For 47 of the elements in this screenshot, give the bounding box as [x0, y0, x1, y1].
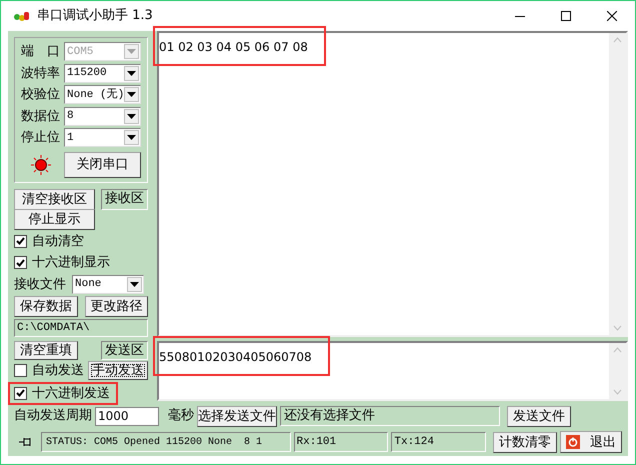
- save-data-button[interactable]: 保存数据: [14, 296, 78, 317]
- checkbox[interactable]: [14, 234, 27, 248]
- unit-label: 毫秒: [168, 407, 194, 426]
- checkbox-label: 十六进制显示: [32, 254, 110, 272]
- checkbox-label: 自动清空: [32, 232, 84, 250]
- send-file-button[interactable]: 发送文件: [507, 406, 571, 426]
- setting-label: 端 口: [21, 43, 60, 61]
- text-content: 01 02 03 04 05 06 07 08: [159, 40, 308, 54]
- clear-refill-button[interactable]: 清空重填: [14, 341, 78, 360]
- period-field[interactable]: 1000: [95, 406, 159, 426]
- period-label: 自动发送周期: [14, 407, 92, 426]
- receive-area-label: 接收区: [101, 188, 148, 210]
- checkmark-icon: [16, 258, 25, 267]
- checkbox[interactable]: [14, 386, 27, 400]
- dropdown[interactable]: 1: [64, 128, 141, 148]
- window-title: 串口调试小助手 1.3: [37, 7, 153, 26]
- app-icon: [13, 10, 31, 22]
- dropdown[interactable]: None (无): [64, 85, 141, 104]
- rx-count-field: Rx:101: [294, 432, 388, 452]
- close-port-button[interactable]: 关闭串口: [64, 152, 141, 178]
- status-field: STATUS: COM5 Opened 115200 None 8 1: [40, 432, 291, 452]
- reset-count-button[interactable]: 计数清零: [493, 432, 558, 452]
- power-icon: [566, 435, 580, 449]
- setting-label: 停止位: [21, 129, 60, 147]
- checkmark-icon: [16, 389, 25, 398]
- receive-file-label: 接收文件: [14, 276, 66, 294]
- stop-display-button[interactable]: 停止显示: [14, 208, 95, 230]
- checkbox[interactable]: [14, 364, 27, 378]
- change-path-button[interactable]: 更改路径: [84, 296, 148, 317]
- choose-send-file-button[interactable]: 选择发送文件: [197, 406, 277, 426]
- tx-count-field: Tx:124: [391, 432, 486, 452]
- exit-button[interactable]: 退出: [560, 431, 622, 453]
- clear-receive-button[interactable]: 清空接收区: [14, 188, 95, 210]
- path-field: C:\COMDATA\: [14, 319, 148, 337]
- dropdown[interactable]: None: [72, 274, 144, 294]
- send-area-label: 发送区: [101, 341, 148, 360]
- setting-label: 数据位: [21, 108, 60, 126]
- checkbox[interactable]: [14, 256, 27, 270]
- checkmark-icon: [16, 237, 25, 246]
- checkbox-label: 自动发送: [32, 362, 84, 380]
- dropdown[interactable]: 115200: [64, 64, 141, 83]
- file-status-field: 还没有选择文件: [280, 406, 500, 426]
- checkbox-label: 十六进制发送: [32, 384, 110, 402]
- dropdown[interactable]: 8: [64, 106, 141, 126]
- setting-label: 校验位: [21, 86, 60, 104]
- text-content: 55080102030405060708: [159, 350, 312, 364]
- setting-label: 波特率: [21, 64, 60, 82]
